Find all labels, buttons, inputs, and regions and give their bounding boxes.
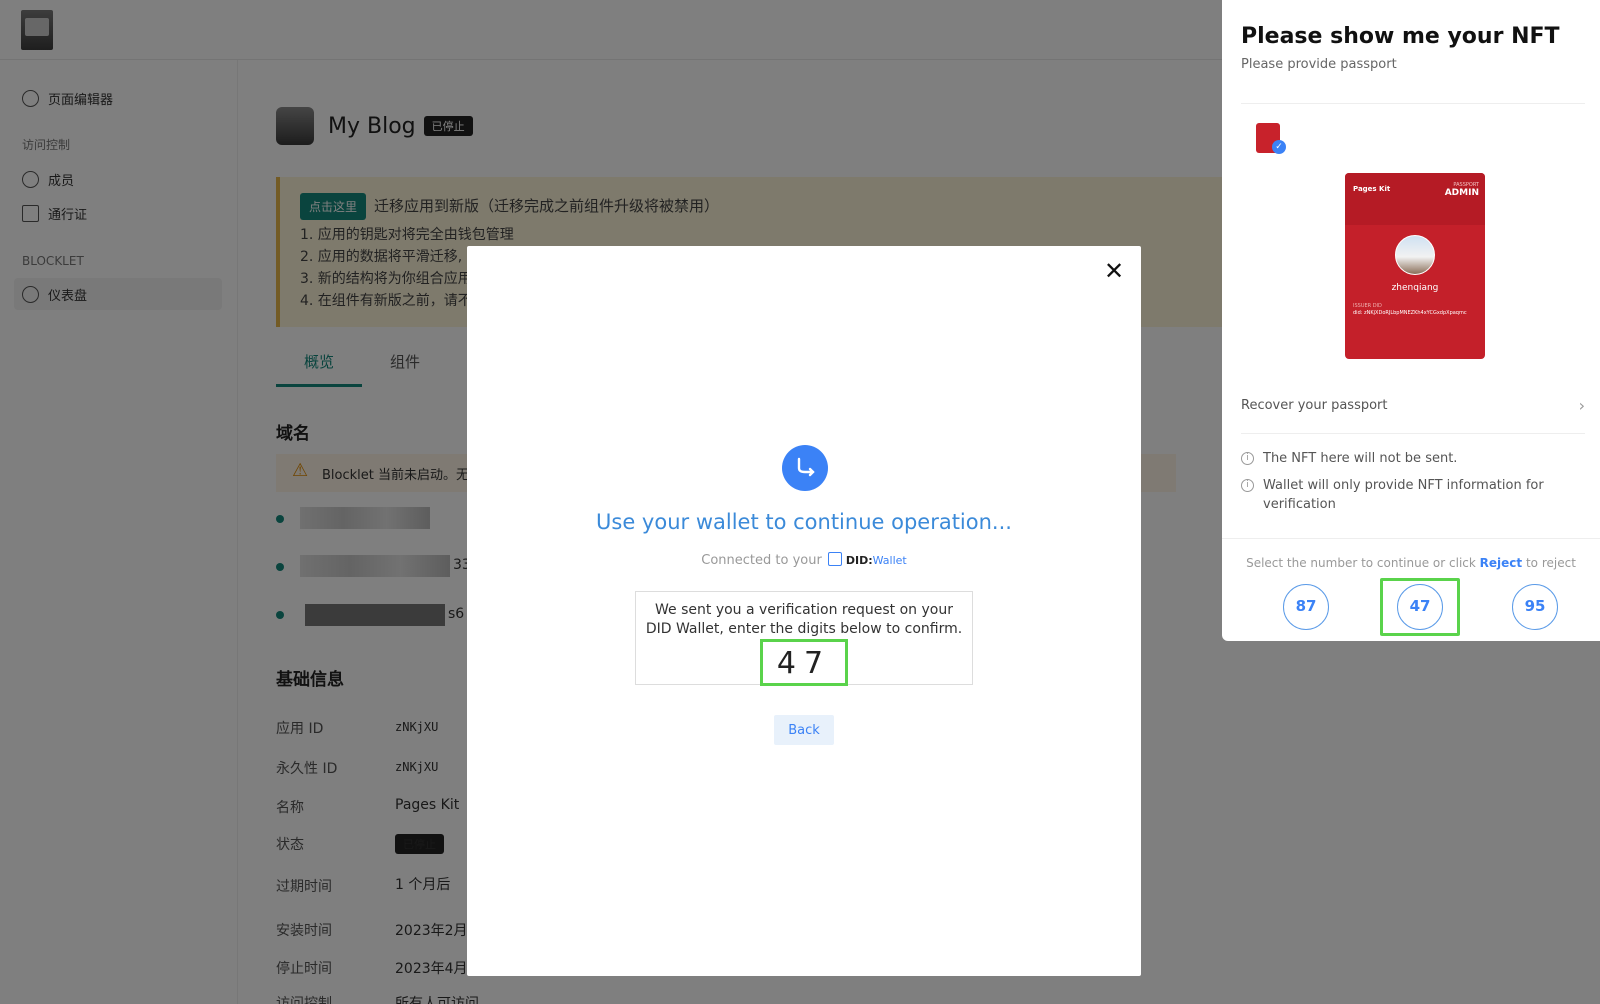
recover-passport-link[interactable]: Recover your passport › xyxy=(1241,396,1585,415)
panel-title: Please show me your NFT xyxy=(1241,24,1560,49)
back-button[interactable]: Back xyxy=(774,715,834,745)
divider xyxy=(1241,433,1585,434)
divider xyxy=(1222,538,1600,539)
close-icon[interactable]: ✕ xyxy=(1099,256,1129,286)
verification-text: We sent you a verification request on yo… xyxy=(645,602,963,637)
wallet-connect-dialog: ✕ Use your wallet to continue operation.… xyxy=(467,246,1141,976)
reject-link[interactable]: Reject xyxy=(1480,556,1522,570)
issuer-label: ISSUER DID xyxy=(1353,303,1382,309)
hint-text: Wallet will only provide NFT information… xyxy=(1263,478,1544,512)
nft-request-panel: Please show me your NFT Please provide p… xyxy=(1222,0,1600,641)
wallet-connect-icon xyxy=(782,445,828,491)
dialog-heading: Use your wallet to continue operation... xyxy=(596,510,1012,534)
passport-app-name: Pages Kit xyxy=(1353,185,1391,193)
verification-box: We sent you a verification request on yo… xyxy=(635,591,973,686)
connected-prefix: Connected to your xyxy=(701,553,822,568)
did-label: DID: xyxy=(845,554,873,567)
number-option[interactable]: 95 xyxy=(1512,584,1558,630)
issuer-did: did: zNKjXDoRJLbpMNEZKh4xYCGxdpXpaqmc xyxy=(1353,310,1467,316)
chevron-right-icon: › xyxy=(1578,396,1585,415)
passport-role: ADMIN xyxy=(1444,188,1479,198)
select-prefix: Select the number to continue or click xyxy=(1246,556,1476,570)
verification-digits: 47 xyxy=(759,639,849,686)
info-icon: i xyxy=(1241,479,1254,492)
number-option[interactable]: 87 xyxy=(1283,584,1329,630)
info-icon: i xyxy=(1241,452,1254,465)
panel-subtitle: Please provide passport xyxy=(1241,57,1397,72)
hint-text: The NFT here will not be sent. xyxy=(1263,451,1458,466)
recover-label: Recover your passport xyxy=(1241,398,1388,413)
wallet-label: Wallet xyxy=(872,554,907,567)
avatar xyxy=(1395,235,1435,275)
did-wallet-logo: DID:Wallet xyxy=(846,554,907,567)
hint-verification: i Wallet will only provide NFT informati… xyxy=(1241,476,1571,514)
connected-line: Connected to your DID:Wallet xyxy=(467,552,1141,568)
select-instruction: Select the number to continue or click R… xyxy=(1222,556,1600,570)
passport-card[interactable]: Pages Kit PASSPORT ADMIN zhenqiang ISSUE… xyxy=(1345,173,1485,359)
number-option[interactable]: 47 xyxy=(1397,584,1443,630)
hint-not-sent: i The NFT here will not be sent. xyxy=(1241,449,1571,468)
check-icon: ✓ xyxy=(1272,140,1286,154)
select-suffix: to reject xyxy=(1525,556,1576,570)
passport-header xyxy=(1345,173,1485,225)
passport-holder: zhenqiang xyxy=(1391,283,1439,293)
wallet-icon xyxy=(827,552,842,566)
divider xyxy=(1241,103,1585,104)
